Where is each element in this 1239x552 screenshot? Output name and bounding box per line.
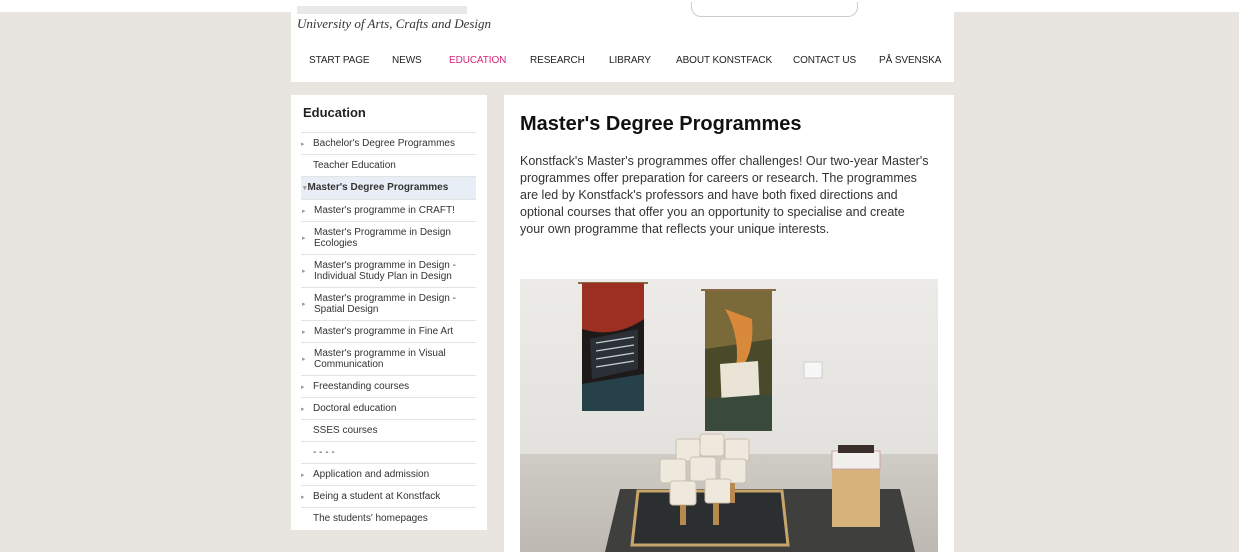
nav-library[interactable]: LIBRARY	[609, 55, 651, 66]
sidebar-separator: - - - -	[301, 441, 476, 463]
sidebar-item-being-student[interactable]: ▸ Being a student at Konstfack	[301, 485, 476, 507]
nav-news[interactable]: NEWS	[392, 55, 422, 66]
chevron-down-icon: ▾	[303, 185, 307, 192]
sidebar-item-spatial-design[interactable]: ▸ Master's programme in Design - Spatial …	[301, 287, 476, 320]
chevron-right-icon: ▸	[302, 328, 306, 336]
main-content: Master's Degree Programmes Konstfack's M…	[504, 95, 954, 552]
nav-education[interactable]: EDUCATION	[449, 55, 506, 66]
chevron-right-icon: ▸	[301, 383, 305, 391]
sidebar-item-label: Master's programme in Fine Art	[314, 326, 454, 337]
top-strip	[0, 0, 1239, 12]
sidebar-item-bachelor[interactable]: ▸ Bachelor's Degree Programmes	[301, 132, 476, 154]
exhibition-photo-illustration	[520, 279, 938, 552]
site-tagline: University of Arts, Crafts and Design	[297, 16, 492, 31]
sidebar-item-label: Master's programme in Design - Individua…	[314, 260, 456, 282]
sidebar-item-label: Master's Degree Programmes	[307, 182, 449, 193]
sidebar-item-freestanding[interactable]: ▸ Freestanding courses	[301, 375, 476, 397]
sidebar-item-doctoral[interactable]: ▸ Doctoral education	[301, 397, 476, 419]
sidebar-item-teacher-education[interactable]: Teacher Education	[301, 154, 476, 176]
sidebar-item-label: Master's programme in Visual Communicati…	[314, 348, 446, 370]
main-nav: START PAGE NEWS EDUCATION RESEARCH LIBRA…	[291, 55, 954, 69]
separator-label: - - - -	[313, 447, 335, 458]
nav-contact[interactable]: CONTACT US	[793, 55, 856, 66]
sidebar-item-label: Master's programme in CRAFT!	[314, 205, 455, 216]
chevron-right-icon: ▸	[302, 207, 306, 215]
nav-about[interactable]: ABOUT KONSTFACK	[676, 55, 772, 66]
sidebar-item-design-isp[interactable]: ▸ Master's programme in Design - Individu…	[301, 254, 476, 287]
chevron-right-icon: ▸	[301, 140, 305, 148]
chevron-right-icon: ▸	[301, 493, 305, 501]
sidebar-item-design-ecologies[interactable]: ▸ Master's Programme in Design Ecologies	[301, 221, 476, 254]
nav-research[interactable]: RESEARCH	[530, 55, 585, 66]
chevron-right-icon: ▸	[302, 301, 306, 308]
exhibition-photo	[520, 279, 938, 552]
sidebar-item-label: Freestanding courses	[313, 381, 410, 392]
sidebar-menu: ▸ Bachelor's Degree Programmes Teacher Ed…	[301, 132, 476, 529]
sidebar-item-student-homepages[interactable]: The students' homepages	[301, 507, 476, 529]
sidebar-item-label: The students' homepages	[313, 513, 428, 524]
sidebar-item-fine-art[interactable]: ▸ Master's programme in Fine Art	[301, 320, 476, 342]
sidebar-item-sses[interactable]: SSES courses	[301, 419, 476, 441]
chevron-right-icon: ▸	[301, 471, 305, 479]
nav-start-page[interactable]: START PAGE	[309, 55, 370, 66]
chevron-right-icon: ▸	[302, 235, 306, 242]
sidebar-item-label: Master's programme in Design - Spatial D…	[314, 293, 456, 315]
chevron-right-icon: ▸	[301, 405, 305, 413]
sidebar-item-label: Master's Programme in Design Ecologies	[314, 227, 451, 249]
sidebar-item-application[interactable]: ▸ Application and admission	[301, 463, 476, 485]
page-title: Master's Degree Programmes	[520, 113, 802, 135]
sidebar-item-masters[interactable]: ▾Master's Degree Programmes	[301, 176, 476, 199]
sidebar: Education ▸ Bachelor's Degree Programmes …	[291, 95, 487, 530]
sidebar-item-label: Being a student at Konstfack	[313, 491, 441, 502]
sidebar-item-label: Doctoral education	[313, 403, 397, 414]
sidebar-item-label: Bachelor's Degree Programmes	[313, 138, 455, 149]
sidebar-item-visual-communication[interactable]: ▸ Master's programme in Visual Communicat…	[301, 342, 476, 375]
sidebar-item-label: Teacher Education	[313, 160, 396, 171]
sidebar-item-label: SSES courses	[313, 425, 378, 436]
sidebar-item-label: Application and admission	[313, 469, 430, 480]
intro-paragraph: Konstfack's Master's programmes offer ch…	[520, 154, 929, 236]
sidebar-title: Education	[303, 105, 366, 120]
nav-pa-svenska[interactable]: PÅ SVENSKA	[879, 55, 941, 66]
chevron-right-icon: ▸	[302, 356, 306, 363]
chevron-right-icon: ▸	[302, 268, 306, 275]
site-header: University of Arts, Crafts and Design ST…	[291, 2, 954, 82]
logo-cropped[interactable]	[297, 6, 467, 14]
search-field-cropped[interactable]	[691, 2, 858, 17]
sidebar-item-craft[interactable]: ▸ Master's programme in CRAFT!	[301, 199, 476, 221]
